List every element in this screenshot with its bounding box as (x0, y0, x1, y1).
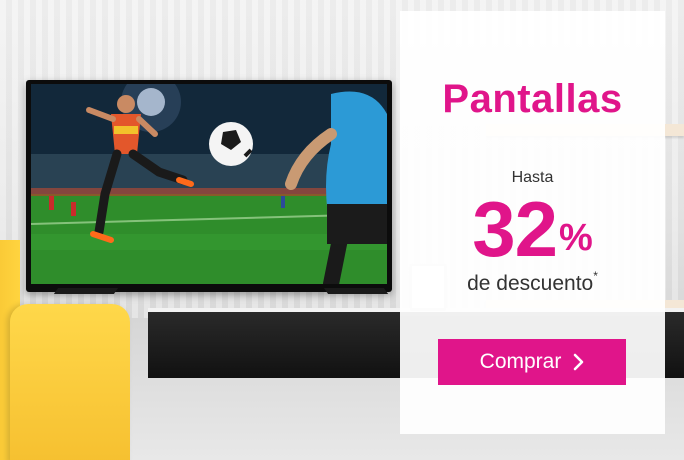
chevron-right-icon (573, 353, 584, 371)
discount-label-text: de descuento (467, 272, 594, 295)
discount-label: de descuento* (400, 269, 665, 296)
promo-title: Pantallas (442, 77, 623, 121)
discount-percent-symbol: % (558, 217, 593, 259)
footnote-mark: * (593, 269, 598, 283)
promo-panel: Pantallas Hasta 32% de descuento* Compra… (400, 11, 665, 434)
tv-stand-leg (323, 288, 389, 294)
discount-value: 32 (472, 185, 558, 273)
discount-amount: 32% (400, 189, 665, 269)
comprar-button-label: Comprar (479, 350, 562, 373)
comprar-button[interactable]: Comprar (438, 339, 626, 385)
yellow-armchair (0, 240, 150, 460)
